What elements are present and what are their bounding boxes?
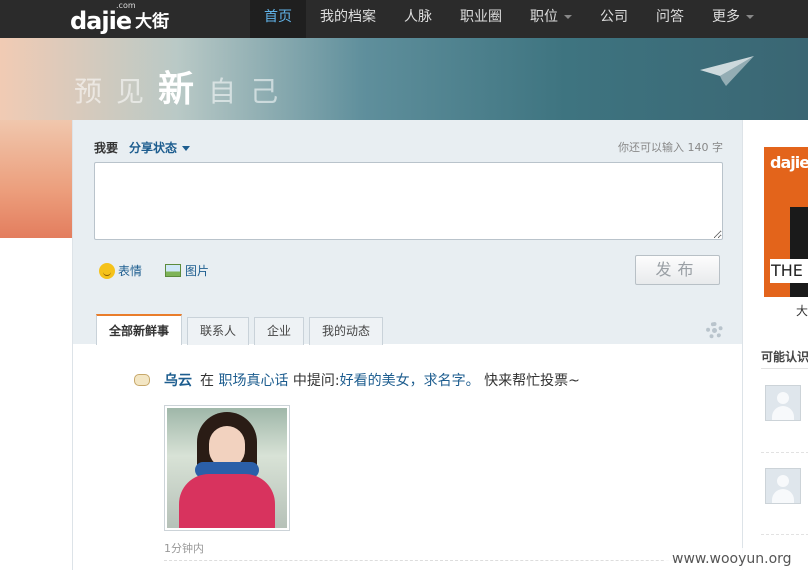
picture-icon: [165, 264, 181, 277]
nav-more[interactable]: 更多: [698, 0, 768, 38]
logo-wordmark: dajie: [70, 7, 132, 35]
gear-icon[interactable]: [706, 322, 723, 339]
chevron-down-icon: [746, 15, 754, 19]
question-link[interactable]: 好看的美女，求名字。: [340, 373, 480, 389]
dajie-logo[interactable]: dajie .com 大街: [70, 1, 170, 35]
circle-link[interactable]: 职场真心话: [218, 373, 288, 389]
tab-contacts[interactable]: 联系人: [187, 317, 250, 345]
avatar[interactable]: [765, 468, 801, 504]
chevron-down-icon: [182, 146, 191, 151]
ad-logo: dajie: [770, 153, 808, 172]
nav-qa[interactable]: 问答: [642, 0, 698, 38]
nav-jobs[interactable]: 职位: [516, 0, 586, 38]
feed-tabs: 全部新鲜事 联系人 企业 我的动态: [96, 314, 388, 345]
tab-companies[interactable]: 企业: [254, 317, 305, 345]
feed-item-text: 乌云在 职场真心话 中提问:好看的美女，求名字。 快来帮忙投票~: [164, 373, 580, 389]
composer-prefix: 我要: [94, 141, 119, 155]
divider: [761, 368, 808, 369]
main-nav: 首页 我的档案 人脉 职业圈 职位 公司 问答 更多: [250, 0, 768, 38]
divider: [164, 560, 724, 561]
photo-image: [167, 408, 287, 528]
ad-text: THE: [770, 259, 808, 283]
publish-button[interactable]: 发布: [635, 255, 720, 285]
logo-domain: .com: [116, 1, 136, 10]
divider: [761, 452, 808, 453]
banner-side-decoration: [0, 120, 72, 238]
nav-profile[interactable]: 我的档案: [306, 0, 390, 38]
tab-all-news[interactable]: 全部新鲜事: [96, 314, 183, 345]
chevron-down-icon: [564, 15, 572, 19]
feed-photo[interactable]: [164, 405, 290, 531]
logo-chinese: 大街: [135, 12, 170, 32]
right-sidebar: dajie THE 大 可能认识: [742, 120, 808, 570]
ad-caption[interactable]: 大: [796, 302, 808, 319]
main-panel: 我要 分享状态 你还可以输入 140 字 表情 图片 发布 全部新鲜事 联系人 …: [72, 120, 743, 570]
status-composer: 我要 分享状态 你还可以输入 140 字 表情 图片 发布 全部新鲜事 联系人 …: [73, 120, 743, 345]
nav-career-circle[interactable]: 职业圈: [446, 0, 516, 38]
ad-banner[interactable]: dajie THE: [764, 147, 808, 297]
question-bubble-icon: [134, 374, 150, 386]
image-button[interactable]: 图片: [165, 262, 209, 279]
nav-home[interactable]: 首页: [250, 0, 306, 38]
char-count: 你还可以输入 140 字: [618, 141, 723, 154]
paper-plane-icon: [700, 56, 754, 86]
share-mode-dropdown[interactable]: 分享状态: [129, 139, 191, 156]
divider: [761, 534, 808, 535]
news-feed: 乌云在 职场真心话 中提问:好看的美女，求名字。 快来帮忙投票~ 1分钟内: [73, 344, 743, 570]
tab-my-activity[interactable]: 我的动态: [309, 317, 384, 345]
nav-companies[interactable]: 公司: [586, 0, 642, 38]
avatar[interactable]: [765, 385, 801, 421]
emoji-button[interactable]: 表情: [99, 262, 142, 279]
author-link[interactable]: 乌云: [164, 373, 192, 389]
top-nav-bar: dajie .com 大街 首页 我的档案 人脉 职业圈 职位 公司 问答 更多: [0, 0, 808, 38]
status-input[interactable]: [94, 162, 723, 240]
may-know-heading: 可能认识: [761, 350, 808, 364]
feed-timestamp: 1分钟内: [164, 542, 204, 555]
watermark: www.wooyun.org: [664, 548, 800, 570]
nav-connections[interactable]: 人脉: [390, 0, 446, 38]
banner-slogan: 预 见 新 自 己: [74, 68, 279, 110]
smiley-icon: [99, 262, 115, 279]
